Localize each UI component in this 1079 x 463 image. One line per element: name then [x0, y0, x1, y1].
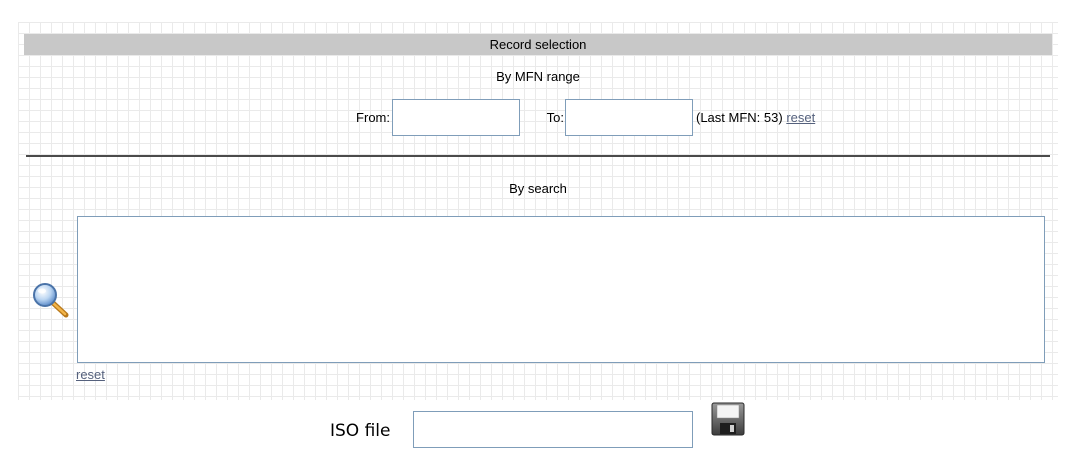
by-search-title: By search [509, 181, 567, 196]
iso-file-label: ISO file [330, 421, 391, 441]
to-label: To: [546, 110, 564, 125]
mfn-range-title: By MFN range [496, 69, 580, 84]
search-query-field[interactable] [77, 216, 1045, 363]
from-field[interactable] [392, 99, 520, 136]
record-selection-header: Record selection [24, 34, 1052, 55]
from-label: From: [356, 110, 390, 125]
search-magnifier-icon[interactable] [32, 282, 72, 322]
mfn-reset-link[interactable]: reset [786, 110, 815, 125]
iso-file-field[interactable] [413, 411, 693, 448]
last-mfn-value: (Last MFN: 53) [696, 110, 783, 125]
to-field[interactable] [565, 99, 693, 136]
floppy-disk-icon[interactable] [711, 402, 745, 436]
search-reset-link[interactable]: reset [76, 367, 105, 382]
section-divider [26, 155, 1050, 157]
last-mfn-text: (Last MFN: 53) reset [696, 110, 815, 125]
